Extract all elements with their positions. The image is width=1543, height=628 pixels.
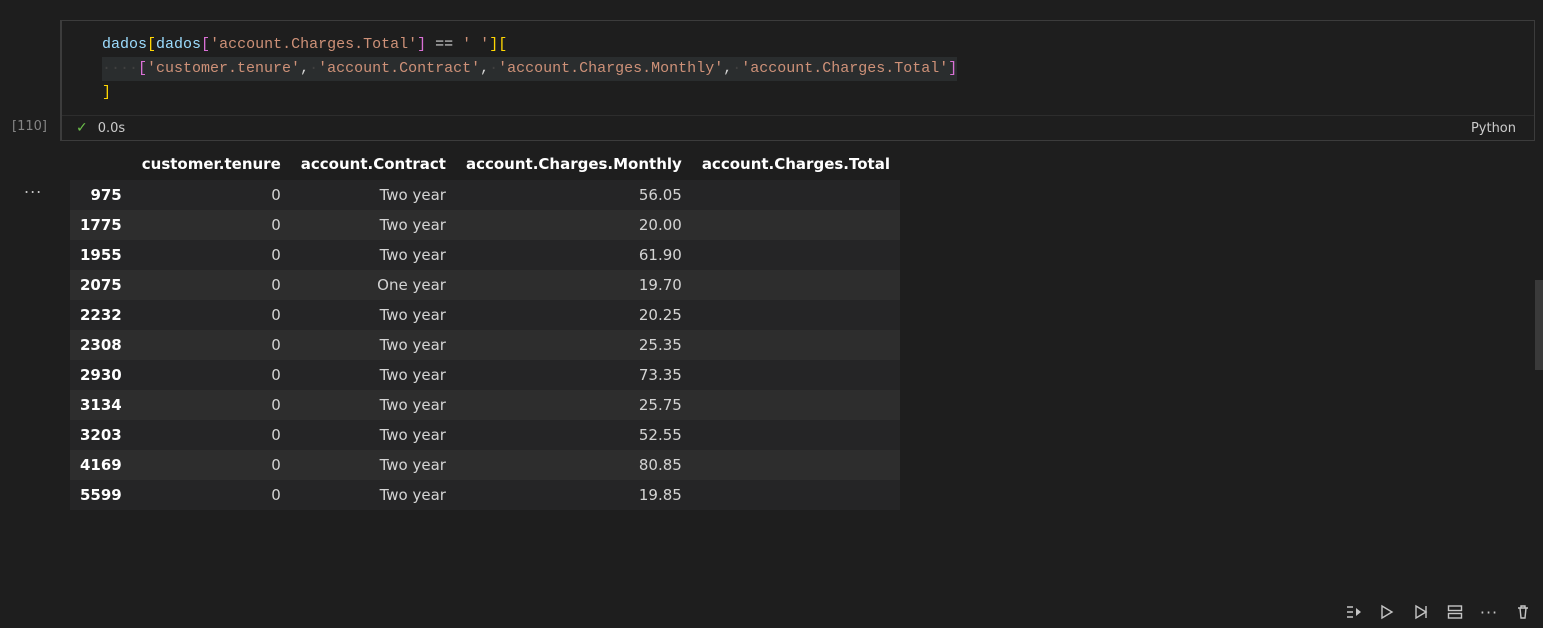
cell-tenure: 0 <box>132 210 291 240</box>
cell-tenure: 0 <box>132 420 291 450</box>
table-row: 17750Two year20.00 <box>70 210 900 240</box>
cell-monthly: 80.85 <box>456 450 692 480</box>
cell-total <box>692 480 900 510</box>
split-cell-icon[interactable] <box>1445 602 1465 622</box>
cell-monthly: 25.35 <box>456 330 692 360</box>
cell-contract: Two year <box>291 180 456 211</box>
col-header: customer.tenure <box>132 149 291 180</box>
table-header-row: customer.tenure account.Contract account… <box>70 149 900 180</box>
cell-tenure: 0 <box>132 240 291 270</box>
col-header: account.Contract <box>291 149 456 180</box>
delete-cell-icon[interactable] <box>1513 602 1533 622</box>
dataframe-table: customer.tenure account.Contract account… <box>70 149 900 510</box>
cell-toolbar: ··· <box>1343 602 1533 622</box>
cell-contract: Two year <box>291 300 456 330</box>
row-index: 1775 <box>70 210 132 240</box>
cell-tenure: 0 <box>132 270 291 300</box>
row-index: 2232 <box>70 300 132 330</box>
code-editor[interactable]: dados[dados['account.Charges.Total'] == … <box>62 21 1534 115</box>
table-row: 32030Two year52.55 <box>70 420 900 450</box>
cell-monthly: 61.90 <box>456 240 692 270</box>
index-header <box>70 149 132 180</box>
row-index: 2930 <box>70 360 132 390</box>
cell-status-bar: ✓ 0.0s Python <box>62 115 1534 140</box>
execute-above-icon[interactable] <box>1411 602 1431 622</box>
cell-monthly: 56.05 <box>456 180 692 211</box>
row-index: 3134 <box>70 390 132 420</box>
table-row: 41690Two year80.85 <box>70 450 900 480</box>
cell-total <box>692 210 900 240</box>
more-actions-icon[interactable]: ··· <box>1479 602 1499 622</box>
cell-tenure: 0 <box>132 300 291 330</box>
cell-total <box>692 180 900 211</box>
check-icon: ✓ <box>76 120 88 136</box>
table-row: 22320Two year20.25 <box>70 300 900 330</box>
cell-monthly: 25.75 <box>456 390 692 420</box>
table-row: 20750One year19.70 <box>70 270 900 300</box>
cell-monthly: 20.00 <box>456 210 692 240</box>
cell-total <box>692 300 900 330</box>
row-index: 2308 <box>70 330 132 360</box>
cell-tenure: 0 <box>132 330 291 360</box>
table-row: 23080Two year25.35 <box>70 330 900 360</box>
scrollbar-indicator[interactable] <box>1535 280 1543 370</box>
cell-monthly: 19.70 <box>456 270 692 300</box>
execution-count: [110] <box>12 119 47 134</box>
table-row: 31340Two year25.75 <box>70 390 900 420</box>
cell-tenure: 0 <box>132 450 291 480</box>
cell-monthly: 73.35 <box>456 360 692 390</box>
table-row: 9750Two year56.05 <box>70 180 900 211</box>
col-header: account.Charges.Total <box>692 149 900 180</box>
cell-total <box>692 330 900 360</box>
cell-contract: Two year <box>291 390 456 420</box>
run-by-line-icon[interactable] <box>1343 602 1363 622</box>
execution-time: 0.0s <box>98 121 125 136</box>
row-index: 3203 <box>70 420 132 450</box>
cell-total <box>692 450 900 480</box>
output-ellipsis-icon[interactable]: ... <box>24 178 42 197</box>
cell-tenure: 0 <box>132 180 291 211</box>
cell-contract: Two year <box>291 480 456 510</box>
cell-tenure: 0 <box>132 360 291 390</box>
cell-contract: Two year <box>291 360 456 390</box>
cell-total <box>692 420 900 450</box>
cell-total <box>692 360 900 390</box>
cell-contract: Two year <box>291 330 456 360</box>
cell-total <box>692 390 900 420</box>
table-row: 29300Two year73.35 <box>70 360 900 390</box>
row-index: 2075 <box>70 270 132 300</box>
cell-contract: Two year <box>291 240 456 270</box>
cell-contract: Two year <box>291 420 456 450</box>
cell-monthly: 52.55 <box>456 420 692 450</box>
table-row: 55990Two year19.85 <box>70 480 900 510</box>
code-variable: dados <box>102 36 147 53</box>
cell-total <box>692 270 900 300</box>
cell-contract: Two year <box>291 210 456 240</box>
row-index: 5599 <box>70 480 132 510</box>
cell-tenure: 0 <box>132 390 291 420</box>
cell-contract: Two year <box>291 450 456 480</box>
table-row: 19550Two year61.90 <box>70 240 900 270</box>
cell-total <box>692 240 900 270</box>
row-index: 4169 <box>70 450 132 480</box>
cell-monthly: 20.25 <box>456 300 692 330</box>
row-index: 975 <box>70 180 132 211</box>
execute-cell-icon[interactable] <box>1377 602 1397 622</box>
col-header: account.Charges.Monthly <box>456 149 692 180</box>
cell-contract: One year <box>291 270 456 300</box>
row-index: 1955 <box>70 240 132 270</box>
cell-monthly: 19.85 <box>456 480 692 510</box>
code-cell[interactable]: [110] dados[dados['account.Charges.Total… <box>60 20 1535 141</box>
cell-tenure: 0 <box>132 480 291 510</box>
cell-output: customer.tenure account.Contract account… <box>70 149 878 510</box>
cell-language[interactable]: Python <box>1471 121 1524 136</box>
